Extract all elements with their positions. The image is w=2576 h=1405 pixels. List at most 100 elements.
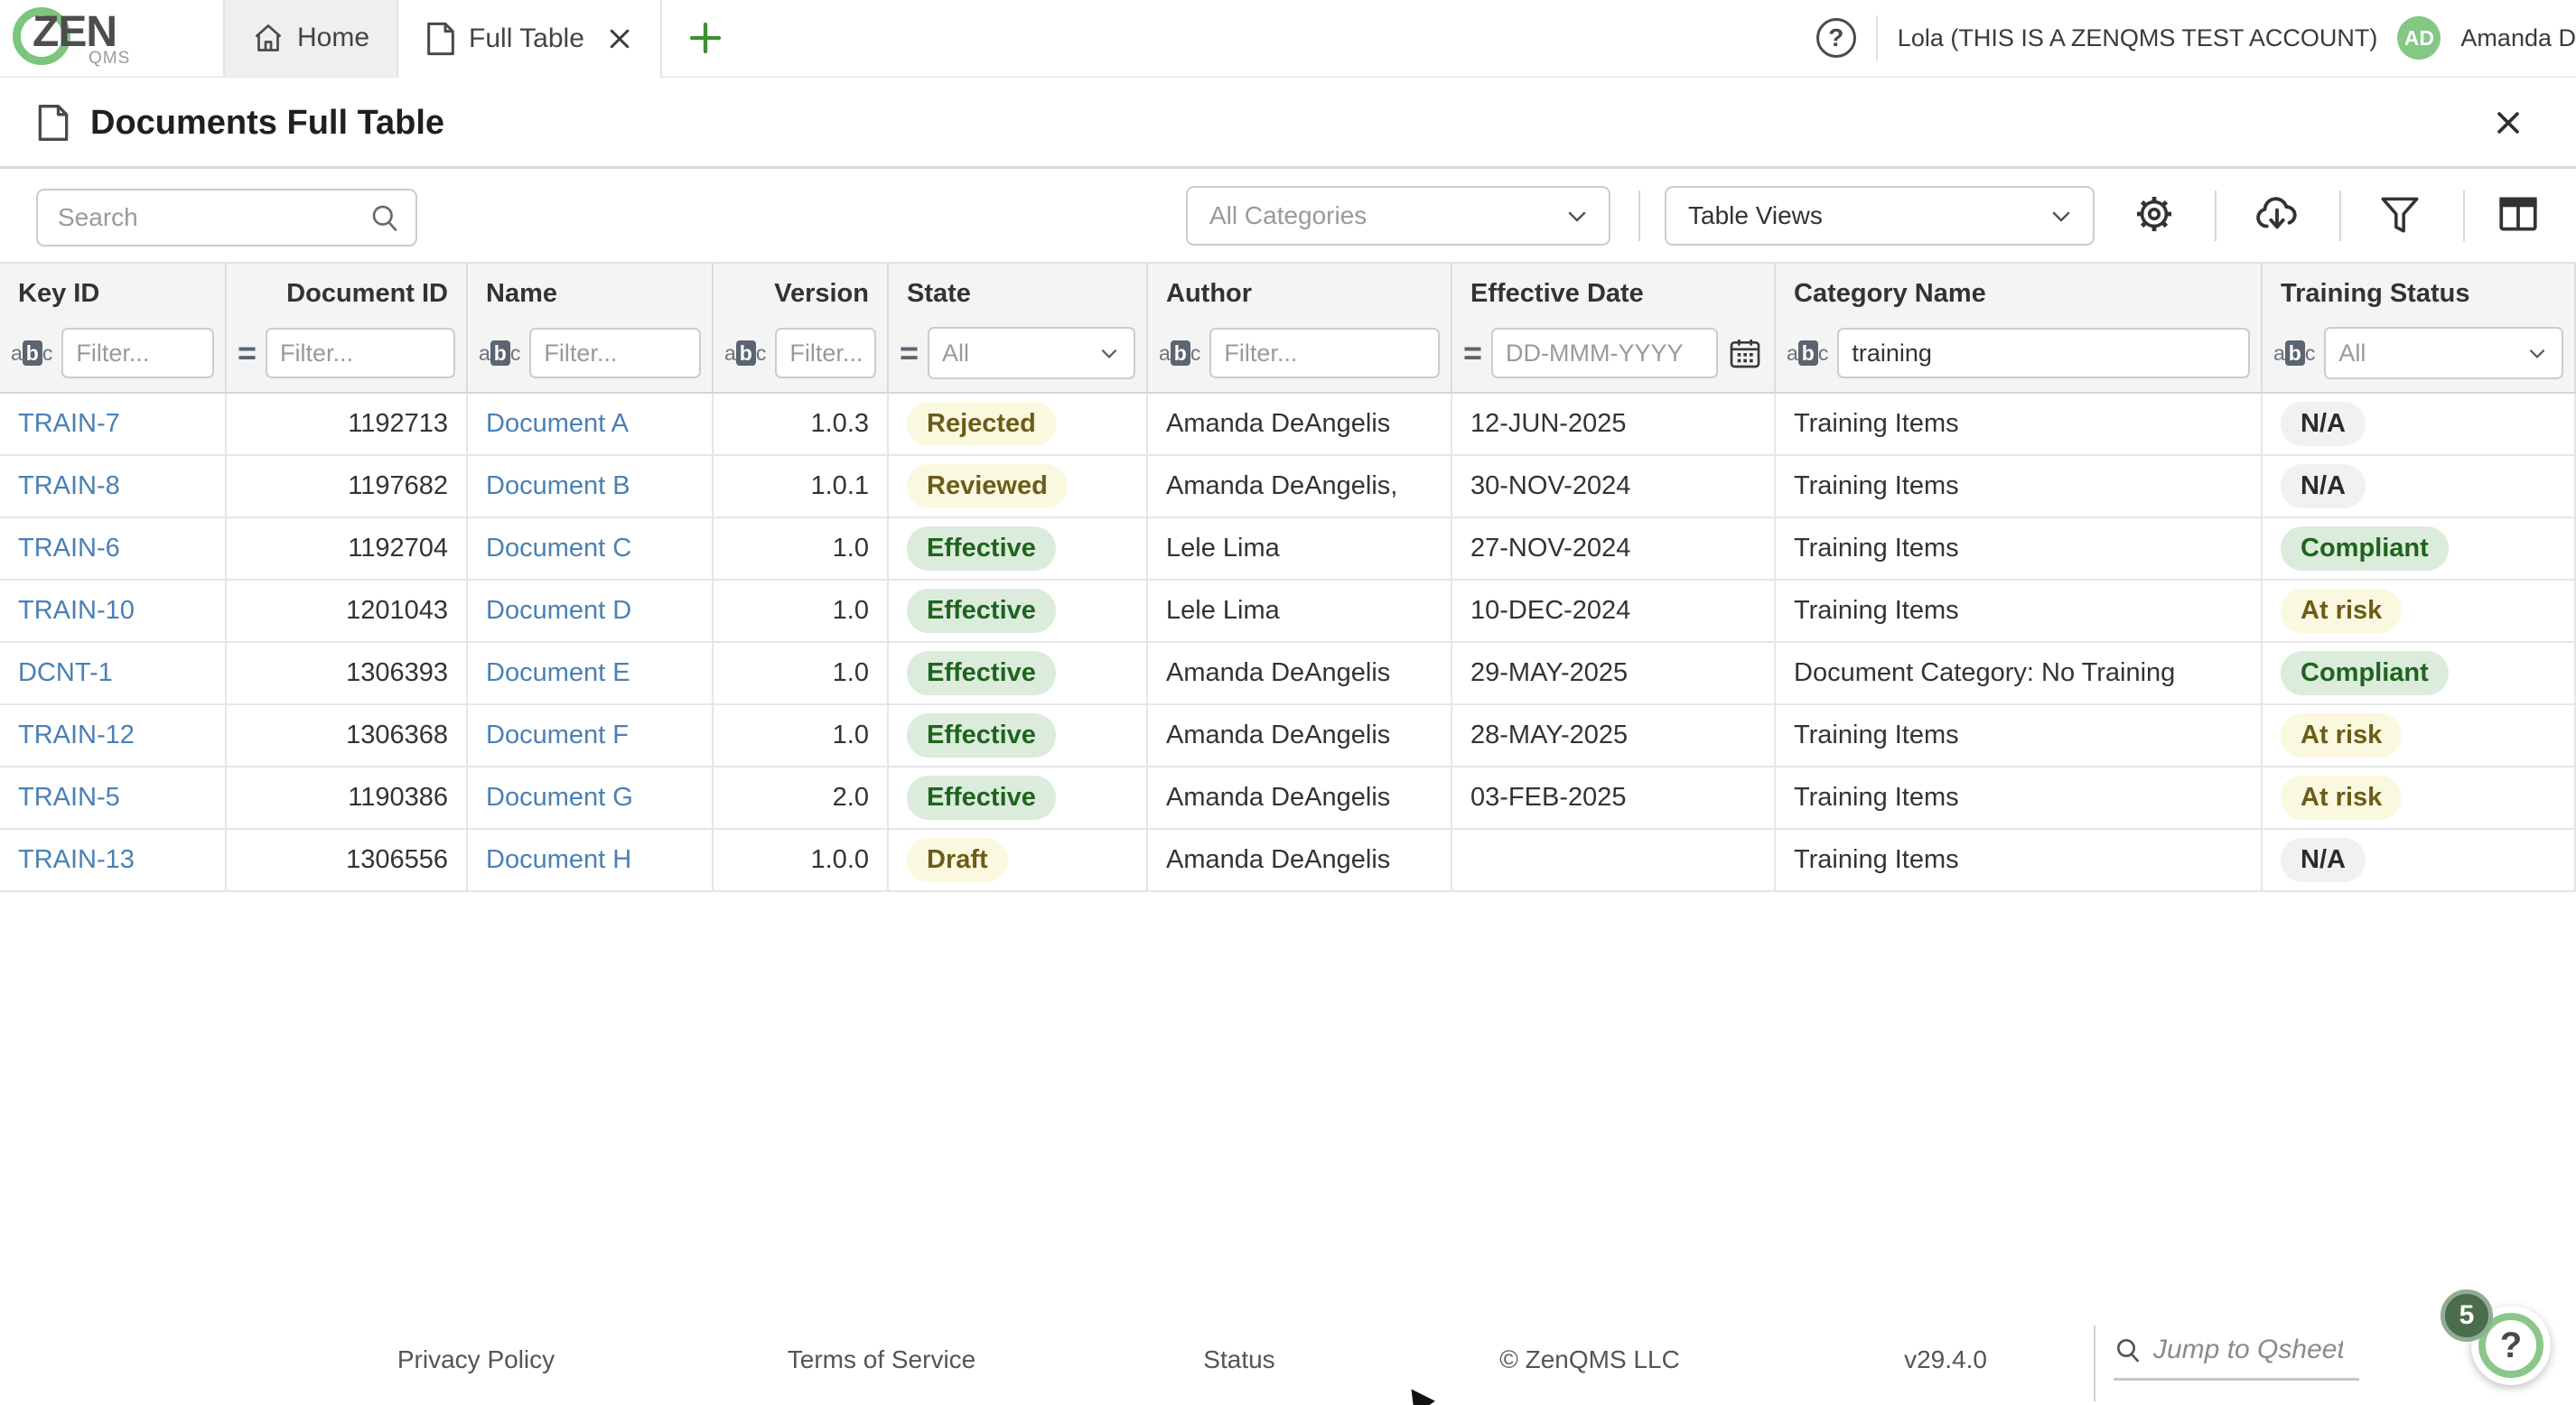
filter-mode-abc-icon[interactable]: abc <box>1159 341 1200 366</box>
key-id-link[interactable]: DCNT-1 <box>18 658 113 688</box>
tab-home[interactable]: Home <box>223 0 397 76</box>
filter-input-document_id[interactable] <box>266 328 455 378</box>
column-header-category_name[interactable]: Category Name <box>1776 262 2263 323</box>
zenqms-logo[interactable]: ZEN QMS <box>0 0 223 76</box>
filter-funnel-icon[interactable] <box>2369 183 2431 245</box>
avatar[interactable]: AD <box>2397 16 2441 60</box>
status-pill: Draft <box>907 838 1008 882</box>
new-tab-button[interactable] <box>662 0 749 76</box>
cell-key_id: TRAIN-8 <box>0 456 227 518</box>
document-name-link[interactable]: Document G <box>486 783 633 813</box>
filter-mode-abc-icon[interactable]: abc <box>11 341 52 366</box>
key-id-link[interactable]: TRAIN-13 <box>18 845 135 875</box>
column-header-version[interactable]: Version <box>714 262 889 323</box>
table-header-row: Key IDDocument IDNameVersionStateAuthorE… <box>0 262 2576 323</box>
table-row: DCNT-11306393Document E1.0EffectiveAmand… <box>0 643 2576 705</box>
calendar-icon[interactable] <box>1727 335 1763 371</box>
help-icon[interactable]: ? <box>1816 18 1856 58</box>
filter-cell-version: abc <box>714 323 889 394</box>
categories-dropdown[interactable]: All Categories <box>1186 186 1610 246</box>
key-id-link[interactable]: TRAIN-6 <box>18 534 120 563</box>
cell-name: Document B <box>468 456 714 518</box>
toolbar-divider <box>2339 191 2341 241</box>
key-id-link[interactable]: TRAIN-10 <box>18 596 135 626</box>
key-id-link[interactable]: TRAIN-12 <box>18 721 135 750</box>
filter-input-author[interactable] <box>1209 328 1440 378</box>
column-header-training_status[interactable]: Training Status <box>2263 262 2576 323</box>
filter-mode-equals-icon[interactable]: = <box>1463 337 1482 369</box>
filter-cell-author: abc <box>1148 323 1452 394</box>
cell-effective_date: 30-NOV-2024 <box>1452 456 1776 518</box>
filter-mode-equals-icon[interactable]: = <box>900 337 919 369</box>
cell-training_status: Compliant <box>2263 643 2576 705</box>
top-bar-divider <box>1876 15 1878 60</box>
footer-text-4: v29.4.0 <box>1904 1345 1987 1374</box>
filter-select-value: All <box>942 340 1097 368</box>
search-input[interactable] <box>58 203 369 232</box>
filter-input-version[interactable] <box>775 328 876 378</box>
filter-input-effective_date[interactable] <box>1491 328 1718 378</box>
column-header-effective_date[interactable]: Effective Date <box>1452 262 1776 323</box>
column-header-name[interactable]: Name <box>468 262 714 323</box>
column-header-author[interactable]: Author <box>1148 262 1452 323</box>
close-page-icon[interactable] <box>2493 107 2524 138</box>
filter-cell-training_status: abc All <box>2263 323 2576 394</box>
footer-link-2[interactable]: Status <box>1203 1345 1274 1374</box>
filter-input-key_id[interactable] <box>61 328 214 378</box>
document-name-link[interactable]: Document C <box>486 534 631 563</box>
filter-mode-abc-icon[interactable]: abc <box>1787 341 1828 366</box>
table-views-dropdown-value: Table Views <box>1688 201 2048 230</box>
cell-document_id: 1201043 <box>227 581 468 643</box>
page-header: Documents Full Table <box>0 79 2576 166</box>
status-pill: Reviewed <box>907 464 1068 508</box>
tab-full-table[interactable]: Full Table <box>397 0 662 78</box>
key-id-link[interactable]: TRAIN-7 <box>18 409 120 439</box>
document-name-link[interactable]: Document A <box>486 409 629 439</box>
close-tab-icon[interactable] <box>606 25 633 52</box>
column-header-key_id[interactable]: Key ID <box>0 262 227 323</box>
cell-key_id: TRAIN-13 <box>0 830 227 892</box>
column-header-state[interactable]: State <box>889 262 1148 323</box>
document-name-link[interactable]: Document D <box>486 596 631 626</box>
filter-mode-abc-icon[interactable]: abc <box>479 341 520 366</box>
document-name-link[interactable]: Document H <box>486 845 631 875</box>
filter-mode-abc-icon[interactable]: abc <box>2273 341 2315 366</box>
filter-select-training_status[interactable]: All <box>2324 327 2563 379</box>
cell-key_id: TRAIN-10 <box>0 581 227 643</box>
cell-state: Effective <box>889 643 1148 705</box>
document-name-link[interactable]: Document E <box>486 658 630 688</box>
jump-to-qsheet-input[interactable] <box>2153 1335 2343 1365</box>
key-id-link[interactable]: TRAIN-5 <box>18 783 120 813</box>
filter-input-name[interactable] <box>529 328 701 378</box>
filter-input-category_name[interactable] <box>1837 328 2250 378</box>
column-chooser-icon[interactable] <box>2487 183 2549 245</box>
document-name-link[interactable]: Document B <box>486 471 630 501</box>
filter-mode-abc-icon[interactable]: abc <box>724 341 766 366</box>
column-header-document_id[interactable]: Document ID <box>227 262 468 323</box>
cell-version: 1.0.3 <box>714 394 889 456</box>
filter-select-state[interactable]: All <box>928 327 1135 379</box>
table-views-dropdown[interactable]: Table Views <box>1665 186 2095 246</box>
export-download-icon[interactable] <box>2246 183 2308 245</box>
cell-state: Effective <box>889 581 1148 643</box>
cell-author: Lele Lima <box>1148 518 1452 581</box>
status-pill: Effective <box>907 776 1056 820</box>
status-pill: N/A <box>2281 838 2366 882</box>
cell-version: 1.0 <box>714 643 889 705</box>
footer-link-1[interactable]: Terms of Service <box>788 1345 976 1374</box>
footer-divider <box>2094 1326 2095 1401</box>
settings-gear-icon[interactable] <box>2123 183 2185 245</box>
filter-cell-effective_date: = <box>1452 323 1776 394</box>
footer-link-0[interactable]: Privacy Policy <box>397 1345 555 1374</box>
table-row: TRAIN-121306368Document F1.0EffectiveAma… <box>0 705 2576 768</box>
cell-category_name: Training Items <box>1776 456 2263 518</box>
cell-state: Effective <box>889 705 1148 768</box>
key-id-link[interactable]: TRAIN-8 <box>18 471 120 501</box>
cell-category_name: Training Items <box>1776 581 2263 643</box>
table-row: TRAIN-61192704Document C1.0EffectiveLele… <box>0 518 2576 581</box>
filter-mode-equals-icon[interactable]: = <box>238 337 257 369</box>
cell-version: 1.0 <box>714 518 889 581</box>
cell-effective_date: 27-NOV-2024 <box>1452 518 1776 581</box>
search-icon[interactable] <box>369 201 401 234</box>
document-name-link[interactable]: Document F <box>486 721 629 750</box>
